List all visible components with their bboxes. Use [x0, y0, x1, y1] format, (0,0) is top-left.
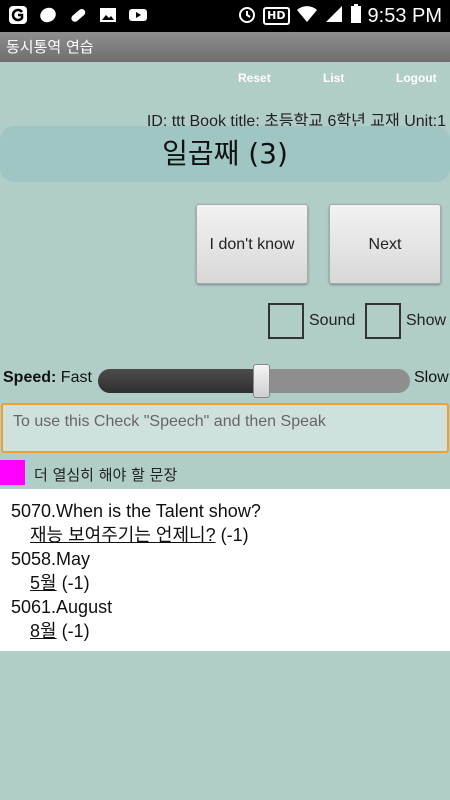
speed-slider-thumb[interactable]	[252, 364, 270, 398]
hd-badge: HD	[263, 7, 290, 25]
speech-input-placeholder: To use this Check "Speech" and then Spea…	[13, 413, 326, 430]
item-answer-row: 5월 (-1)	[11, 571, 450, 595]
item-question: 5070.When is the Talent show?	[11, 501, 261, 521]
item-score: (-1)	[220, 525, 249, 545]
next-button[interactable]: Next	[329, 204, 441, 284]
speech-input[interactable]: To use this Check "Speech" and then Spea…	[1, 403, 449, 453]
sound-label: Sound	[309, 312, 356, 329]
speed-fast-label: Fast	[60, 369, 92, 386]
item-question: 5061.August	[11, 597, 113, 617]
system-icons: HD 9:53 PM	[237, 4, 442, 28]
blob-icon	[38, 5, 58, 25]
image-icon	[98, 5, 118, 25]
clock: 9:53 PM	[367, 4, 442, 27]
dont-know-button[interactable]: I don't know	[196, 204, 308, 284]
logout-menu-item[interactable]: Logout	[396, 71, 437, 85]
wifi-icon	[296, 4, 318, 28]
status-bar: HD 9:53 PM	[0, 0, 450, 32]
speed-slider-fill	[98, 369, 261, 393]
speed-label: Speed: Fast	[3, 369, 92, 387]
app-title: 동시통역 연습	[0, 32, 450, 62]
sentence-list: 5070.When is the Talent show? 재능 보여주기는 언…	[0, 489, 450, 651]
list-item[interactable]: 5061.August 8월 (-1)	[11, 595, 450, 643]
g-app-icon	[8, 5, 28, 25]
item-score: (-1)	[61, 621, 90, 641]
prompt-text: 일곱째 (3)	[162, 137, 288, 170]
speed-slow-label: Slow	[414, 369, 449, 386]
item-answer[interactable]: 재능 보여주기는 언제니?	[30, 525, 216, 545]
legend-color-swatch	[0, 460, 25, 485]
item-answer-row: 재능 보여주기는 언제니? (-1)	[11, 523, 450, 547]
battery-icon	[350, 4, 362, 28]
item-score: (-1)	[61, 573, 90, 593]
show-label: Show	[406, 312, 447, 329]
speed-title: Speed:	[3, 369, 57, 386]
list-menu-item[interactable]: List	[323, 71, 344, 85]
prompt-banner: 일곱째 (3)	[0, 126, 450, 182]
pill-icon	[68, 5, 88, 25]
item-answer-row: 8월 (-1)	[11, 619, 450, 643]
reset-menu-item[interactable]: Reset	[238, 71, 271, 85]
list-item[interactable]: 5070.When is the Talent show? 재능 보여주기는 언…	[11, 499, 450, 547]
item-answer[interactable]: 5월	[30, 573, 57, 593]
notification-icons	[8, 5, 148, 25]
list-item[interactable]: 5058.May 5월 (-1)	[11, 547, 450, 595]
item-question: 5058.May	[11, 549, 91, 569]
signal-icon	[324, 4, 344, 28]
sound-checkbox[interactable]	[268, 303, 304, 339]
alarm-icon	[237, 4, 257, 28]
show-checkbox[interactable]	[365, 303, 401, 339]
youtube-icon	[128, 5, 148, 25]
item-answer[interactable]: 8월	[30, 621, 57, 641]
legend-text: 더 열심히 해야 할 문장	[34, 466, 178, 484]
